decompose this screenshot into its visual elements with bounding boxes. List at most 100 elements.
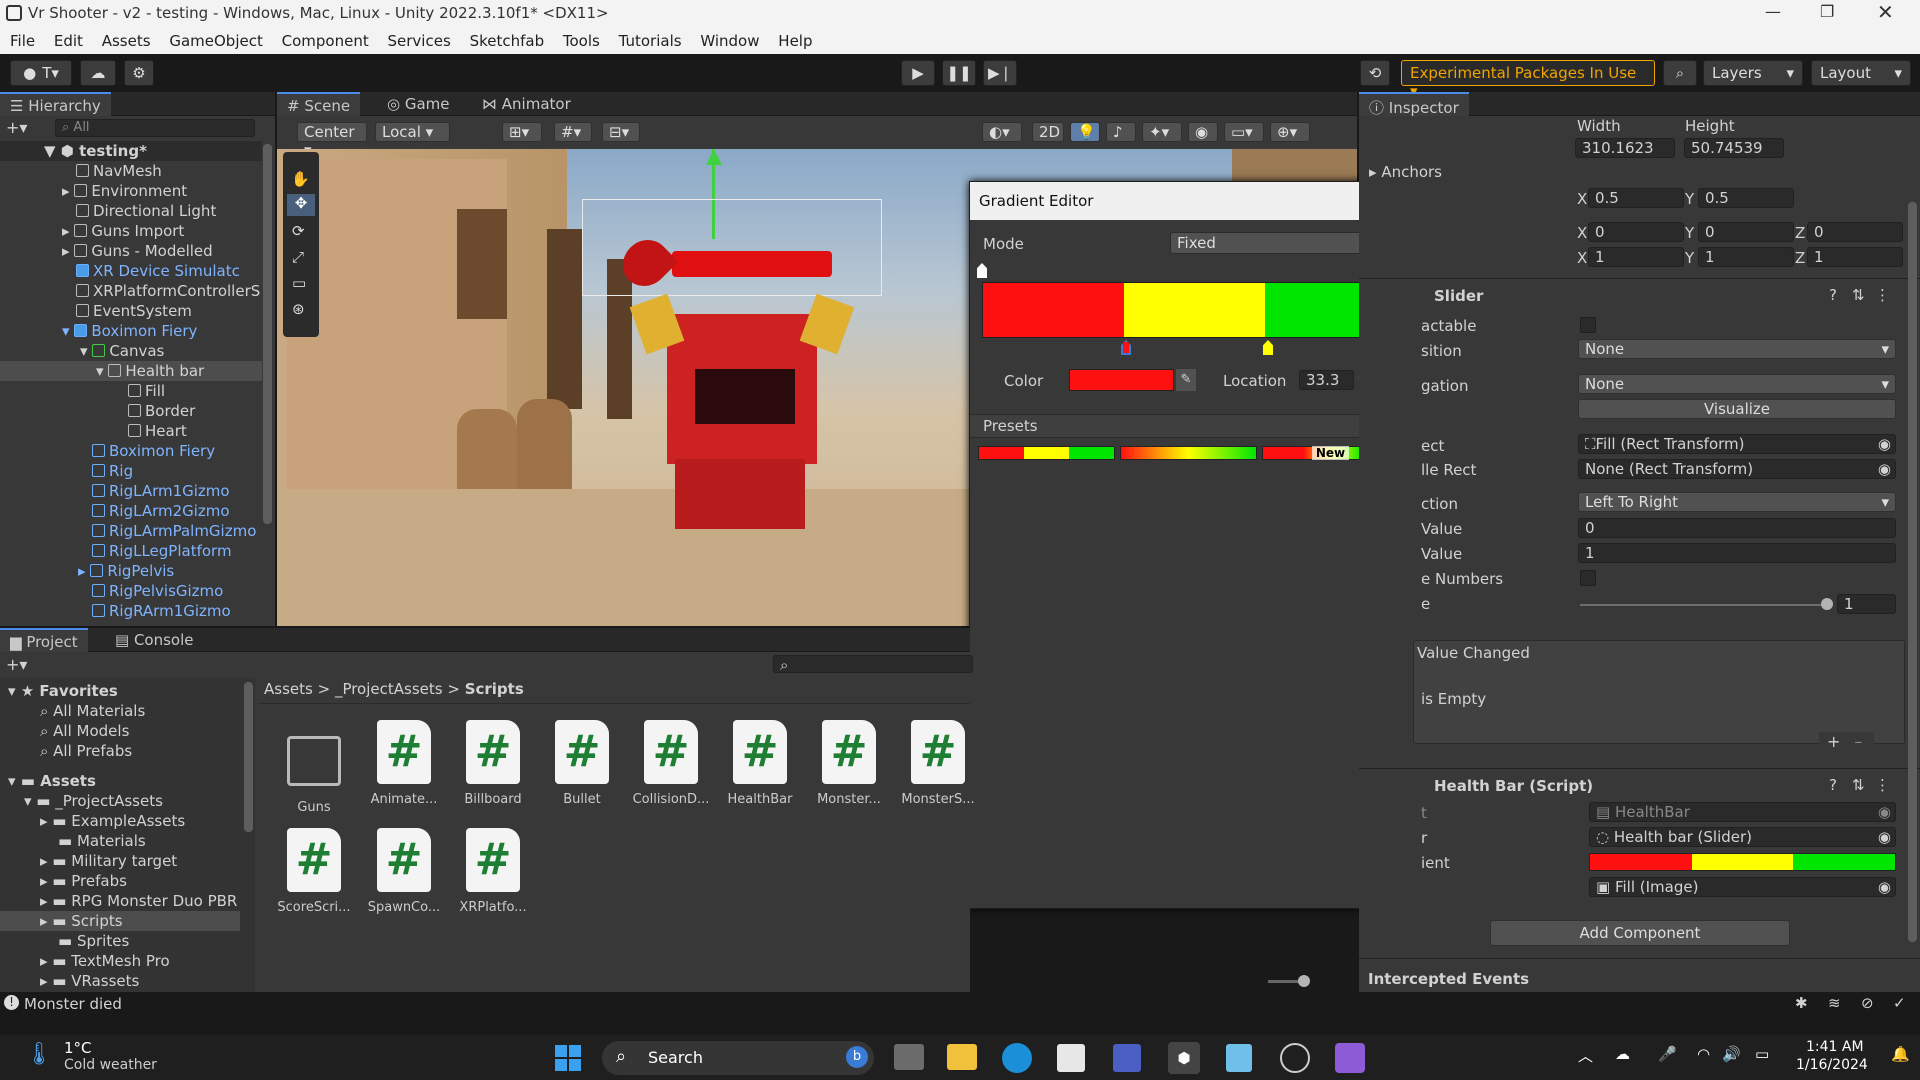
collab-icon[interactable]: ⚙ xyxy=(124,60,154,86)
menu-assets[interactable]: Assets xyxy=(102,28,151,50)
tab-hierarchy[interactable]: ☰ Hierarchy xyxy=(0,92,111,116)
tree-item[interactable]: ▸ Guns Import xyxy=(62,222,184,242)
tree-item[interactable]: ▸ Guns - Modelled xyxy=(62,242,213,262)
tree-item[interactable]: Rig xyxy=(92,462,133,482)
script-file[interactable]: # Monster... xyxy=(810,720,888,807)
min-value-input[interactable]: 0 xyxy=(1578,518,1896,538)
tree-item[interactable]: ▸ Environment xyxy=(62,182,187,202)
chevron-up-icon[interactable]: ︿ xyxy=(1578,1045,1593,1066)
tree-item[interactable]: ▾ Canvas xyxy=(80,342,164,362)
favorites-folder[interactable]: ▾ ★ Favorites xyxy=(8,682,118,700)
menu-component[interactable]: Component xyxy=(282,28,369,50)
slider-component-title[interactable]: Slider xyxy=(1434,287,1483,305)
tree-item[interactable]: XRPlatformControllerS xyxy=(76,282,260,302)
assets-folder[interactable]: ▾ ▬ Assets xyxy=(8,772,96,790)
breadcrumb-assets[interactable]: Assets xyxy=(264,680,313,698)
script-file[interactable]: # MonsterS... xyxy=(899,720,977,807)
store-icon[interactable] xyxy=(1057,1044,1085,1072)
tree-item[interactable]: ▸ RigPelvis xyxy=(78,562,174,582)
battery-icon[interactable]: ▭ xyxy=(1755,1045,1769,1063)
cloud-icon[interactable]: ☁ xyxy=(80,60,116,86)
menu-file[interactable]: File xyxy=(10,28,35,50)
visual-studio-icon[interactable] xyxy=(1335,1043,1365,1073)
inspector-scrollbar[interactable] xyxy=(1908,202,1917,942)
breadcrumb-projectassets[interactable]: _ProjectAssets xyxy=(335,680,443,698)
layout-dropdown[interactable]: Layout ▾ xyxy=(1811,60,1911,86)
tab-project[interactable]: ▆ Project xyxy=(0,628,88,652)
rotation-z-input[interactable]: 0 xyxy=(1807,222,1903,242)
preset-icon[interactable]: ⇅ xyxy=(1852,776,1865,794)
tree-item[interactable]: RigRArm1Gizmo xyxy=(92,602,231,622)
microphone-icon[interactable]: 🎤 xyxy=(1658,1045,1677,1063)
wifi-icon[interactable]: ◠ xyxy=(1697,1045,1710,1063)
rotate-tool-icon[interactable]: ⟳ xyxy=(292,222,305,240)
healthbar-component-title[interactable]: Health Bar (Script) xyxy=(1434,777,1593,795)
onedrive-icon[interactable]: ☁ xyxy=(1615,1045,1630,1063)
folder-item-selected[interactable]: ▸ ▬ Scripts xyxy=(40,912,123,930)
rect-tool-icon[interactable]: ▭ xyxy=(292,274,306,292)
component-menu-icon[interactable]: ⋮ xyxy=(1875,776,1890,794)
pivot-x-input[interactable]: 0.5 xyxy=(1588,188,1684,208)
fill-rect-field[interactable]: ⛶Fill (Rect Transform) ◉ xyxy=(1578,434,1896,454)
folder-item[interactable]: ▬ Sprites xyxy=(58,932,129,950)
hierarchy-scrollbar[interactable] xyxy=(263,144,272,524)
icon-size-slider-thumb[interactable] xyxy=(1298,975,1310,987)
folder-item[interactable]: ▸ ▬ TextMesh Pro xyxy=(40,952,170,970)
task-view-icon[interactable] xyxy=(894,1044,924,1070)
folder-item[interactable]: ▾ ▬ _ProjectAssets xyxy=(24,792,163,810)
debug-icon[interactable]: ✱ xyxy=(1795,994,1808,1012)
snap-dropdown[interactable]: ⊟▾ xyxy=(602,122,640,142)
handle-rect-field[interactable]: None (Rect Transform) ◉ xyxy=(1578,459,1896,479)
script-file[interactable]: # Animate... xyxy=(365,720,443,807)
script-file[interactable]: # ScoreScri... xyxy=(275,828,353,915)
add-remove-buttons[interactable]: + – xyxy=(1819,732,1874,754)
scene-root[interactable]: ▼ ⬢ testing* xyxy=(44,142,147,162)
fill-image-field[interactable]: ▣ Fill (Image) ◉ xyxy=(1589,877,1896,897)
notification-icon[interactable]: 🔔 xyxy=(1891,1045,1910,1063)
script-file[interactable]: # CollisionD... xyxy=(632,720,710,807)
tree-item[interactable]: EventSystem xyxy=(76,302,192,322)
location-input[interactable]: 33.3 xyxy=(1299,370,1354,390)
file-explorer-icon[interactable] xyxy=(947,1044,977,1070)
move-tool-icon[interactable]: ✥ xyxy=(287,194,315,216)
clock-date[interactable]: 1/16/2024 xyxy=(1796,1057,1868,1073)
favorite-item[interactable]: ⌕ All Models xyxy=(40,722,129,740)
tree-item[interactable]: RigLLegPlatform xyxy=(92,542,232,562)
grid-snap-dropdown[interactable]: ⊞▾ xyxy=(502,122,542,142)
notepad-icon[interactable] xyxy=(1226,1044,1252,1072)
tree-item[interactable]: RigLArm1Gizmo xyxy=(92,482,230,502)
tree-item[interactable]: Boximon Fiery xyxy=(92,442,215,462)
value-input[interactable]: 1 xyxy=(1837,594,1896,614)
value-slider-track[interactable] xyxy=(1580,604,1828,606)
favorite-item[interactable]: ⌕ All Prefabs xyxy=(40,742,132,760)
audio-icon[interactable]: ♪ xyxy=(1106,122,1136,142)
tree-item[interactable]: RigPelvisGizmo xyxy=(92,582,223,602)
save-app-icon[interactable] xyxy=(1113,1044,1141,1072)
script-file[interactable]: # SpawnCo... xyxy=(365,828,443,915)
weather-temp[interactable]: 1°C xyxy=(64,1039,92,1057)
folder-item[interactable]: ▸ ▬ ExampleAssets xyxy=(40,812,185,830)
help-icon[interactable]: ? xyxy=(1829,776,1837,794)
tree-item[interactable]: RigLArm2Gizmo xyxy=(92,502,230,522)
weather-desc[interactable]: Cold weather xyxy=(64,1057,157,1073)
grid-dropdown[interactable]: #▾ xyxy=(554,122,592,142)
search-icon[interactable]: ⌕ xyxy=(1663,60,1697,86)
clock-time[interactable]: 1:41 AM xyxy=(1806,1039,1864,1055)
taskbar-search[interactable]: ⌕ Search b xyxy=(602,1041,874,1075)
history-icon[interactable]: ⟲ xyxy=(1360,60,1390,86)
tab-animator[interactable]: ⋈ Animator xyxy=(472,92,581,116)
layers-dropdown[interactable]: Layers ▾ xyxy=(1703,60,1803,86)
menu-sketchfab[interactable]: Sketchfab xyxy=(470,28,545,50)
menu-window[interactable]: Window xyxy=(700,28,759,50)
volume-icon[interactable]: 🔊 xyxy=(1722,1045,1741,1063)
pivot-dropdown[interactable]: Center ▾ xyxy=(297,122,367,159)
folder-item[interactable]: ▸ ▬ RPG Monster Duo PBR xyxy=(40,892,237,910)
tree-item[interactable]: Directional Light xyxy=(76,202,216,222)
height-input[interactable]: 50.74539 xyxy=(1684,138,1784,158)
layers-status-icon[interactable]: ≋ xyxy=(1828,994,1841,1012)
lighting-icon[interactable]: 💡 xyxy=(1070,122,1100,142)
preset-swatch-1[interactable] xyxy=(978,446,1115,460)
slider-reference-field[interactable]: ◌ Health bar (Slider) ◉ xyxy=(1589,827,1896,847)
folder-item[interactable]: ▸ ▬ Prefabs xyxy=(40,872,127,890)
tab-scene[interactable]: # Scene xyxy=(277,92,361,116)
